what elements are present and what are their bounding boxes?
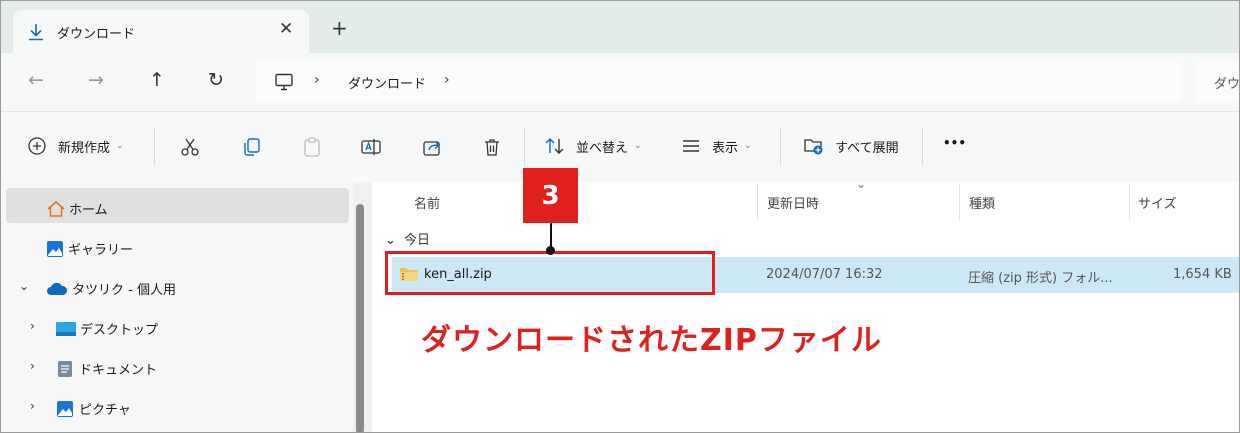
step-badge: 3 <box>523 168 578 223</box>
desktop-icon <box>56 321 76 336</box>
scissors-icon <box>181 138 199 156</box>
sidebar-item-label: デスクトップ <box>80 323 159 338</box>
copy-button[interactable] <box>241 136 263 158</box>
sidebar-item-onedrive[interactable]: タツリク - 個人用 <box>46 279 176 298</box>
column-header-name[interactable]: 名前 <box>414 193 440 212</box>
file-size: 1,654 KB <box>1173 267 1232 282</box>
more-options-button[interactable]: ••• <box>943 136 966 150</box>
expand-all-label: すべて展開 <box>835 140 899 156</box>
view-button[interactable]: 表示 ⌄ <box>680 136 752 156</box>
sidebar-item-documents[interactable]: ドキュメント <box>56 359 157 378</box>
sidebar-item-label: ホーム <box>69 203 108 218</box>
file-modified: 2024/07/07 16:32 <box>766 267 883 282</box>
download-icon <box>29 24 43 41</box>
view-label: 表示 <box>712 140 739 156</box>
sort-button[interactable]: 並べ替え ⌄ <box>544 136 642 156</box>
collapse-chevron-icon[interactable]: › <box>30 319 35 333</box>
chevron-down-icon: ⌄ <box>116 141 124 151</box>
chevron-down-icon: ⌄ <box>385 233 396 248</box>
close-tab-icon[interactable]: ✕ <box>279 19 293 39</box>
address-bar[interactable]: › ダウンロード › <box>256 62 1181 102</box>
tab-title: ダウンロード <box>57 27 136 42</box>
navigation-pane: ホーム ギャラリー ⌄ タツリク - 個人用 › デスクトップ › ドキュメント… <box>1 182 353 432</box>
file-explorer-window: ダウンロード ✕ + ← → ↑ ↻ › ダウンロード › ダウ 新規作成 ⌄ … <box>0 0 1240 433</box>
back-button[interactable]: ← <box>28 70 44 90</box>
breadcrumb-separator[interactable]: › <box>444 72 450 88</box>
folder-expand-icon <box>804 139 823 155</box>
up-button[interactable]: ↑ <box>149 70 165 90</box>
column-divider[interactable] <box>959 184 960 220</box>
annotation-caption: ダウンロードされたZIPファイル <box>421 323 882 358</box>
sidebar-item-home[interactable]: ホーム <box>46 199 108 218</box>
divider <box>524 128 525 166</box>
sidebar-item-gallery[interactable]: ギャラリー <box>46 239 133 258</box>
list-view-icon <box>683 140 699 152</box>
command-bar: 新規作成 ⌄ 並べ替え ⌄ 表示 ⌄ すべて展開 ••• <box>1 111 1239 183</box>
divider <box>154 128 155 166</box>
new-label: 新規作成 <box>58 140 111 156</box>
breadcrumb-separator[interactable]: › <box>314 72 320 88</box>
sidebar-item-label: タツリク - 個人用 <box>72 283 176 298</box>
sort-arrows-icon <box>545 138 564 154</box>
search-text: ダウ <box>1214 77 1240 92</box>
search-box[interactable]: ダウ <box>1196 62 1240 102</box>
expand-all-button[interactable]: すべて展開 <box>803 136 899 156</box>
divider <box>780 128 781 166</box>
sidebar-item-label: ピクチャ <box>79 403 131 418</box>
pictures-icon <box>57 400 73 417</box>
sidebar-item-pictures[interactable]: ピクチャ <box>56 399 131 418</box>
share-icon <box>423 140 441 156</box>
plus-circle-icon <box>28 137 46 155</box>
group-header-today[interactable]: ⌄ 今日 <box>385 229 430 248</box>
breadcrumb-downloads[interactable]: ダウンロード <box>348 73 426 92</box>
rename-button[interactable] <box>360 136 382 158</box>
gallery-icon <box>47 240 63 257</box>
sidebar-item-label: ギャラリー <box>68 243 134 258</box>
sidebar-item-label: ドキュメント <box>79 363 158 378</box>
navigation-bar: ← → ↑ ↻ › ダウンロード › ダウ <box>1 53 1240 111</box>
delete-button[interactable] <box>481 136 503 158</box>
trash-icon <box>485 139 499 156</box>
sort-label: 並べ替え <box>576 140 629 156</box>
tab-downloads[interactable]: ダウンロード ✕ <box>13 10 309 53</box>
rename-icon <box>361 139 381 155</box>
new-tab-button[interactable]: + <box>331 18 348 38</box>
chevron-down-icon: ⌄ <box>634 141 642 151</box>
sidebar-item-desktop[interactable]: デスクトップ <box>56 319 158 338</box>
more-icon: ••• <box>943 136 967 150</box>
group-label: 今日 <box>404 233 431 248</box>
scrollbar-thumb[interactable] <box>356 204 364 432</box>
clipboard-icon <box>304 137 320 157</box>
refresh-button[interactable]: ↻ <box>208 70 224 90</box>
paste-button[interactable] <box>301 136 323 158</box>
collapse-chevron-icon[interactable]: › <box>30 359 35 373</box>
column-divider[interactable] <box>757 184 758 220</box>
column-header-type[interactable]: 種類 <box>969 193 995 212</box>
home-icon <box>47 200 65 217</box>
sort-indicator-icon: ⌄ <box>856 177 867 191</box>
tab-strip: ダウンロード ✕ + <box>1 1 1239 53</box>
document-icon <box>58 360 72 377</box>
divider <box>922 128 923 166</box>
callout-leader-dot <box>546 246 555 255</box>
expand-chevron-icon[interactable]: ⌄ <box>19 279 29 293</box>
cut-button[interactable] <box>179 136 201 158</box>
forward-button[interactable]: → <box>88 70 104 90</box>
copy-icon <box>244 138 260 156</box>
highlight-box <box>385 251 715 295</box>
column-header-size[interactable]: サイズ <box>1138 193 1177 212</box>
share-button[interactable] <box>421 136 443 158</box>
this-pc-icon <box>275 73 293 91</box>
column-header-modified[interactable]: 更新日時 <box>767 193 819 212</box>
onedrive-cloud-icon <box>47 282 68 295</box>
collapse-chevron-icon[interactable]: › <box>30 399 35 413</box>
file-type: 圧縮 (zip 形式) フォル... <box>968 271 1113 286</box>
column-divider[interactable] <box>1129 184 1130 220</box>
file-list: 名前 ⌄ 更新日時 種類 サイズ ⌄ 今日 ken_all.zip 2024/0… <box>372 177 1239 432</box>
new-button[interactable]: 新規作成 ⌄ <box>27 136 124 156</box>
chevron-down-icon: ⌄ <box>744 141 752 151</box>
